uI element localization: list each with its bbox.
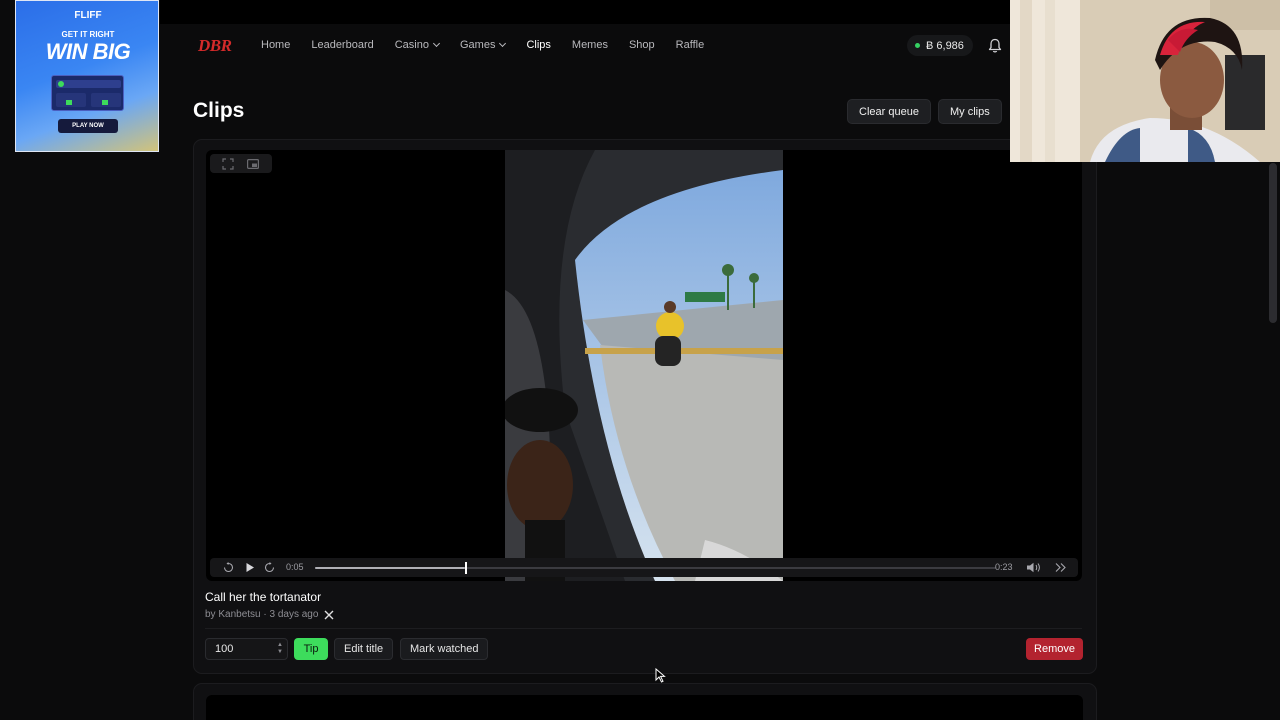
current-time: 0:05 bbox=[286, 562, 304, 572]
nav-home[interactable]: Home bbox=[261, 39, 290, 51]
seek-bar[interactable] bbox=[315, 562, 996, 574]
tip-amount-value: 100 bbox=[215, 643, 234, 655]
divider bbox=[205, 628, 1082, 629]
mark-watched-button[interactable]: Mark watched bbox=[400, 638, 489, 660]
play-icon[interactable] bbox=[245, 562, 255, 573]
bell-icon[interactable] bbox=[988, 38, 1002, 54]
main-nav: DBR Home Leaderboard Casino Games Clips … bbox=[160, 24, 1010, 68]
nav-raffle[interactable]: Raffle bbox=[676, 39, 705, 51]
video-toolbar bbox=[210, 154, 272, 173]
chevron-down-icon bbox=[499, 39, 507, 48]
nav-links: Home Leaderboard Casino Games Clips Meme… bbox=[261, 39, 725, 51]
nav-leaderboard[interactable]: Leaderboard bbox=[311, 39, 373, 51]
site-logo[interactable]: DBR bbox=[198, 36, 232, 56]
mouse-cursor-icon bbox=[655, 668, 666, 683]
clip-author-time: by Kanbetsu · 3 days ago bbox=[205, 609, 319, 620]
webcam-overlay bbox=[1010, 0, 1280, 162]
nav-games[interactable]: Games bbox=[459, 39, 507, 51]
clip-meta: by Kanbetsu · 3 days ago bbox=[205, 609, 334, 620]
next-video-player[interactable] bbox=[206, 695, 1083, 720]
stepper-up-icon[interactable]: ▲ bbox=[277, 642, 283, 649]
tip-button[interactable]: Tip bbox=[294, 638, 328, 660]
nav-casino-label: Casino bbox=[394, 39, 429, 51]
player-controls: 0:05 0:23 bbox=[210, 558, 1078, 577]
seek-bar-progress bbox=[315, 567, 465, 569]
page-title: Clips bbox=[193, 99, 245, 122]
next-clip-card bbox=[193, 683, 1097, 720]
picture-in-picture-icon[interactable] bbox=[247, 158, 259, 169]
my-clips-button[interactable]: My clips bbox=[938, 99, 1002, 124]
ad-headline-small: GET IT RIGHT bbox=[61, 30, 115, 39]
nav-shop[interactable]: Shop bbox=[629, 39, 655, 51]
ad-banner[interactable]: FLIFF GET IT RIGHT WIN BIG PLAY NOW bbox=[15, 0, 159, 152]
ad-brand: FLIFF bbox=[74, 10, 102, 21]
video-player[interactable]: 0:05 0:23 bbox=[206, 150, 1082, 581]
duration: 0:23 bbox=[995, 562, 1013, 572]
balance-value: Ƀ 6,986 bbox=[926, 39, 964, 52]
page-scrollbar[interactable] bbox=[1269, 163, 1277, 323]
fast-forward-icon[interactable] bbox=[264, 562, 275, 573]
video-frame bbox=[505, 150, 783, 581]
remove-button[interactable]: Remove bbox=[1026, 638, 1083, 660]
top-bar bbox=[160, 0, 1010, 24]
ad-play-now-button[interactable]: PLAY NOW bbox=[58, 119, 118, 133]
clip-title: Call her the tortanator bbox=[205, 590, 322, 604]
volume-icon[interactable] bbox=[1026, 562, 1042, 573]
clear-queue-button[interactable]: Clear queue bbox=[847, 99, 931, 124]
status-dot-icon bbox=[915, 43, 920, 48]
amount-stepper[interactable]: ▲ ▼ bbox=[277, 642, 283, 656]
skip-next-icon[interactable] bbox=[1055, 562, 1067, 573]
rewind-icon[interactable] bbox=[223, 562, 234, 573]
ad-headline-large: WIN BIG bbox=[45, 39, 131, 64]
ad-graphic bbox=[51, 75, 124, 111]
edit-title-button[interactable]: Edit title bbox=[334, 638, 394, 660]
nav-memes[interactable]: Memes bbox=[572, 39, 608, 51]
app-root: FLIFF GET IT RIGHT WIN BIG PLAY NOW DBR … bbox=[0, 0, 1280, 720]
balance-pill[interactable]: Ƀ 6,986 bbox=[907, 35, 973, 56]
nav-casino[interactable]: Casino bbox=[394, 39, 441, 51]
expand-icon[interactable] bbox=[222, 157, 234, 170]
nav-clips[interactable]: Clips bbox=[526, 39, 550, 51]
seek-handle[interactable] bbox=[464, 562, 467, 574]
stepper-down-icon[interactable]: ▼ bbox=[277, 649, 283, 656]
nav-games-label: Games bbox=[459, 39, 496, 51]
tip-amount-input[interactable]: 100 ▲ ▼ bbox=[205, 638, 288, 660]
chevron-down-icon bbox=[432, 39, 441, 48]
x-twitter-icon[interactable] bbox=[324, 610, 334, 620]
